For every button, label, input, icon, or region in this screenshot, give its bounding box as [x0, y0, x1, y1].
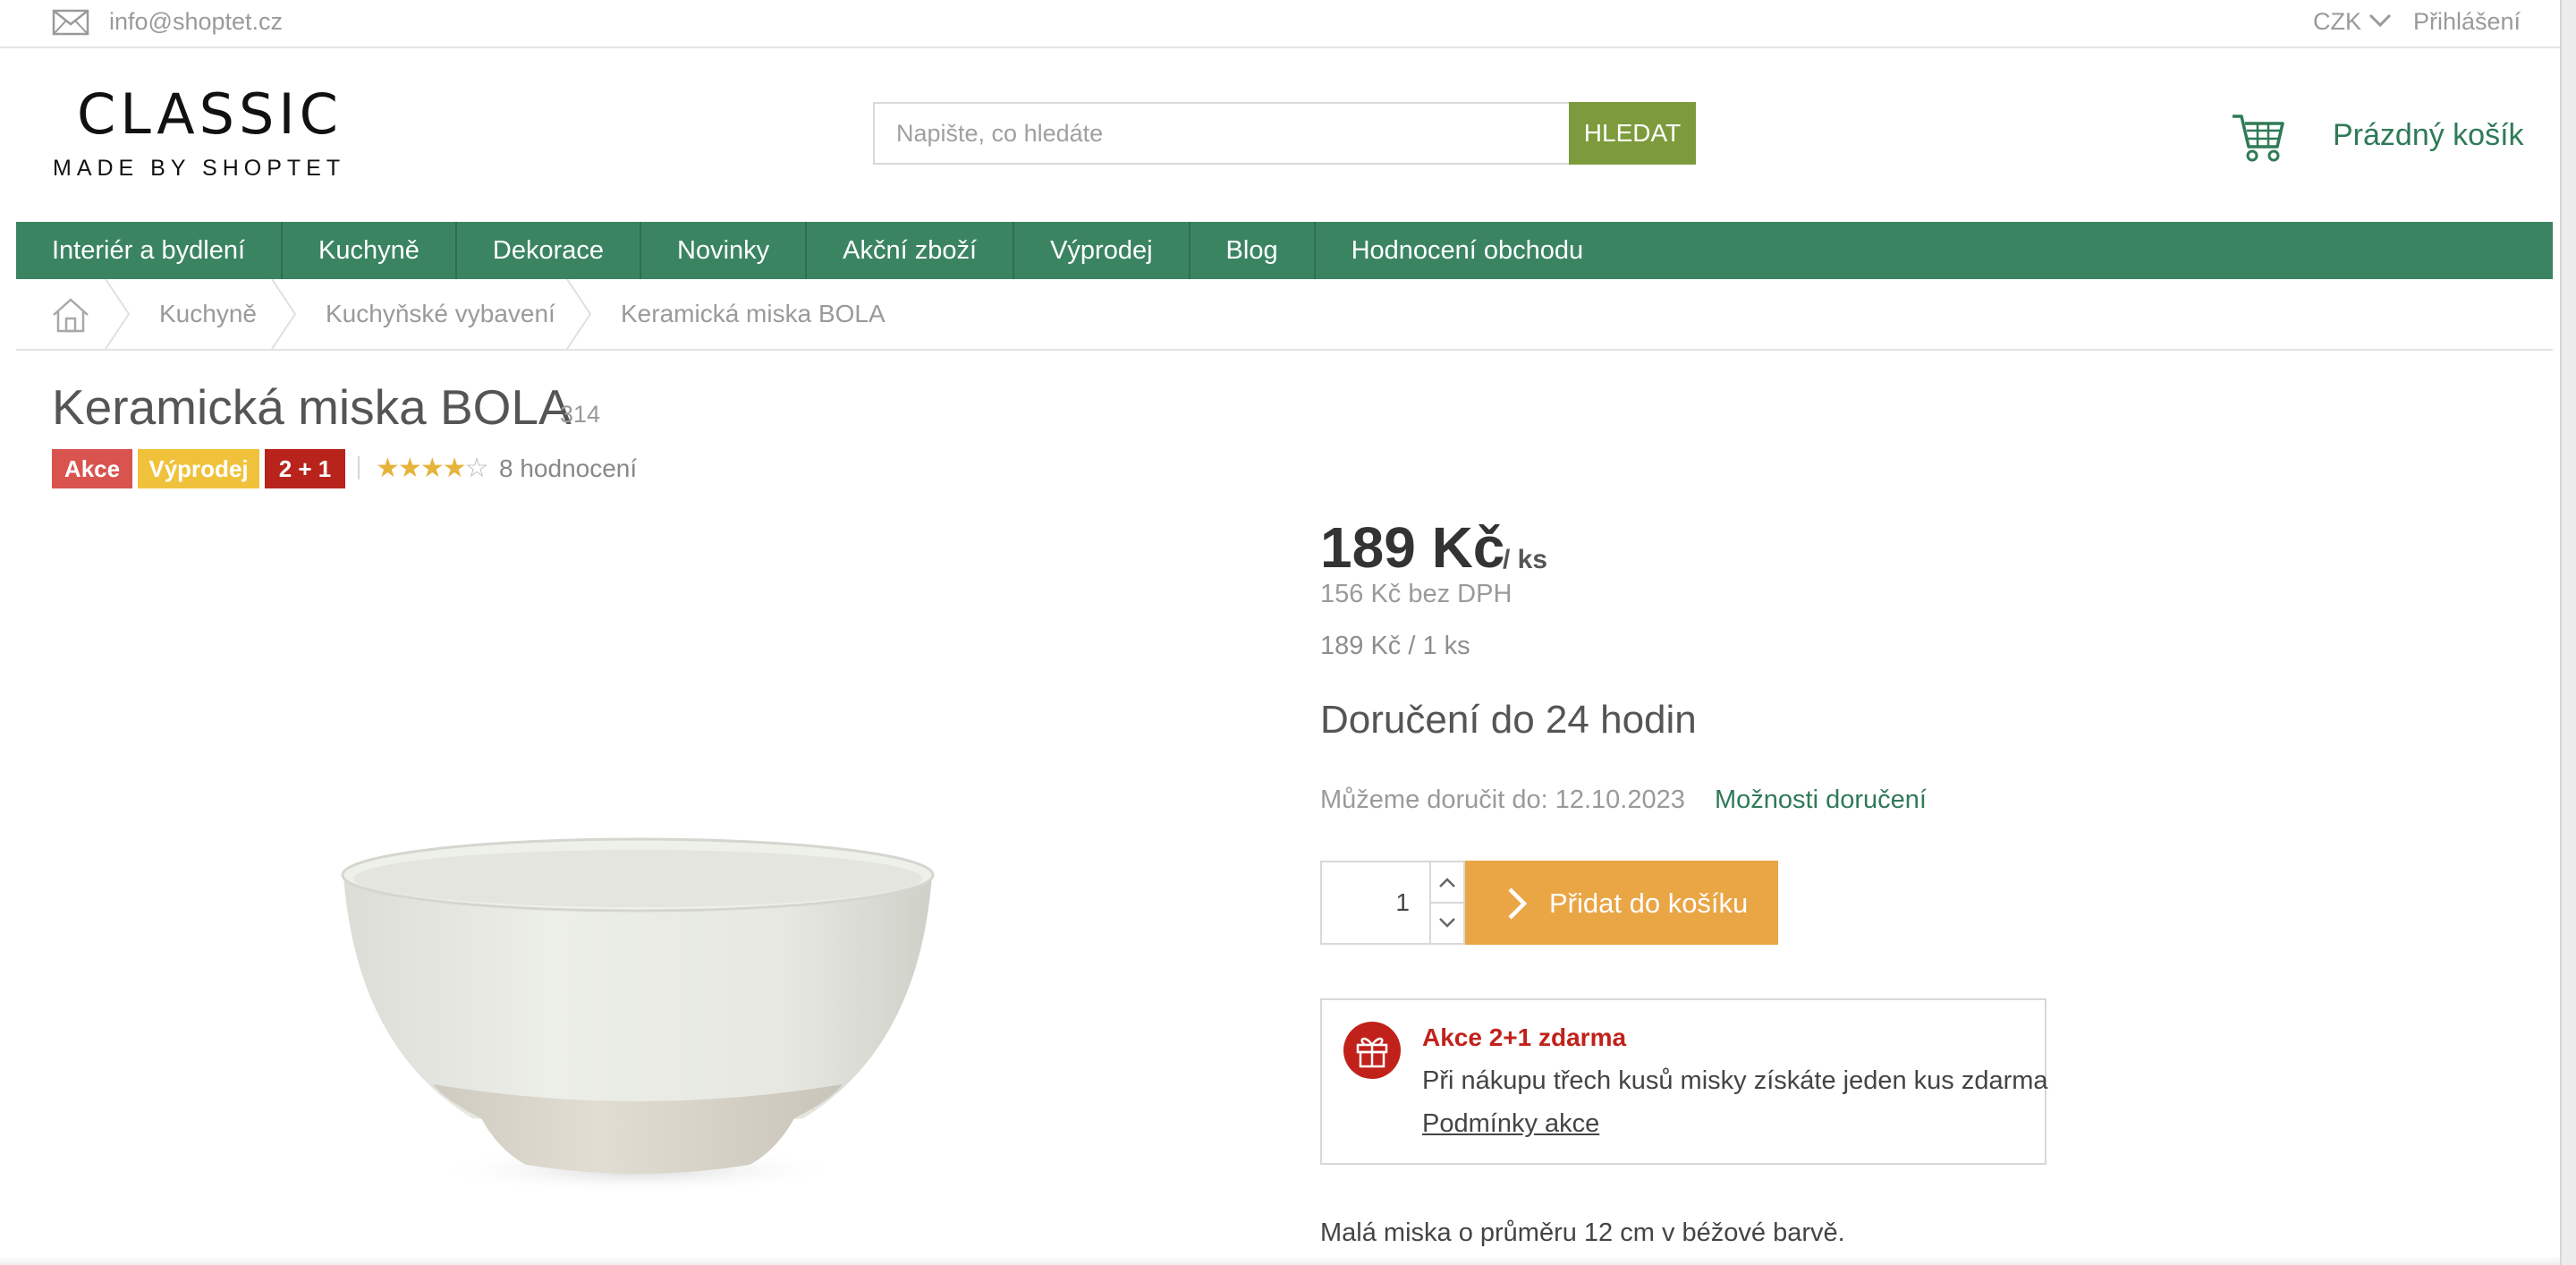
product-code: 314 — [560, 401, 601, 428]
divider — [358, 456, 360, 480]
price-without-vat: 156 Kč bez DPH — [1320, 580, 1513, 608]
breadcrumb-separator — [271, 279, 297, 349]
top-bar — [0, 0, 2576, 48]
breadcrumb-item-kitchen-equipment[interactable]: Kuchyňské vybavení — [326, 297, 555, 331]
currency-select[interactable]: CZK — [2313, 5, 2361, 38]
star-filled-icon: ★ — [442, 454, 467, 483]
promo-text: Při nákupu třech kusů misky získáte jede… — [1422, 1066, 2048, 1095]
star-filled-icon: ★ — [376, 454, 400, 483]
promo-conditions-link[interactable]: Podmínky akce — [1422, 1108, 1599, 1140]
breadcrumb-separator — [566, 279, 592, 349]
chevron-up-icon[interactable] — [1431, 862, 1463, 902]
logo-subtitle[interactable]: MADE BY SHOPTET — [53, 154, 345, 183]
scrollbar[interactable] — [2560, 0, 2576, 1265]
nav-item-blog[interactable]: Blog — [1191, 222, 1316, 279]
star-filled-icon: ★ — [419, 454, 445, 483]
chevron-right-icon[interactable] — [1504, 886, 1530, 921]
delivery-date: Můžeme doručit do: 12.10.2023 — [1320, 785, 1685, 814]
contact-email-link[interactable]: info@shoptet.cz — [109, 5, 283, 38]
login-link[interactable]: Přihlášení — [2413, 5, 2521, 38]
envelope-icon — [52, 9, 89, 36]
breadcrumb-current: Keramická miska BOLA — [621, 300, 886, 327]
star-filled-icon: ★ — [397, 454, 422, 483]
cart-icon[interactable] — [2231, 107, 2286, 165]
chevron-down-icon[interactable] — [1431, 904, 1463, 943]
cart-link[interactable]: Prázdný košík — [2333, 116, 2524, 154]
nav-item-sale-items[interactable]: Akční zboží — [807, 222, 1015, 279]
main-navigation: Interiér a bydlení Kuchyně Dekorace Novi… — [16, 222, 2553, 279]
gift-icon — [1343, 1022, 1401, 1079]
nav-item-kitchen[interactable]: Kuchyně — [283, 222, 457, 279]
flag-clearance: Výprodej — [138, 449, 259, 488]
breadcrumb-item-kitchen[interactable]: Kuchyně — [159, 297, 257, 331]
home-icon[interactable] — [52, 297, 89, 333]
flag-sale: Akce — [52, 449, 132, 488]
breadcrumb-separator — [105, 279, 131, 349]
product-title: Keramická miska BOLA — [52, 379, 572, 435]
product-image[interactable] — [329, 832, 955, 1208]
nav-item-clearance[interactable]: Výprodej — [1014, 222, 1191, 279]
price-unit: / ks — [1503, 545, 1548, 574]
rating-count-link[interactable]: 8 hodnocení — [499, 453, 637, 485]
rating-stars[interactable]: ★★★★☆ — [376, 453, 489, 485]
product-short-description: Malá miska o průměru 12 cm v béžové barv… — [1320, 1218, 1845, 1247]
search-input[interactable] — [873, 102, 1569, 165]
star-empty-icon: ☆ — [464, 454, 489, 483]
search-button[interactable]: HLEDAT — [1569, 102, 1696, 165]
logo-title[interactable]: CLASSIC — [77, 82, 343, 147]
add-to-cart-label[interactable]: Přidat do košíku — [1549, 886, 1748, 921]
nav-item-decoration[interactable]: Dekorace — [457, 222, 641, 279]
promo-title: Akce 2+1 zdarma — [1422, 1023, 1627, 1051]
flag-2-plus-1: 2 + 1 — [265, 449, 345, 488]
nav-item-store-reviews[interactable]: Hodnocení obchodu — [1316, 222, 1620, 279]
page-bottom-edge — [0, 1256, 2560, 1265]
chevron-down-icon[interactable] — [2368, 13, 2392, 29]
price-per-unit: 189 Kč / 1 ks — [1320, 632, 1470, 660]
delivery-availability: Doručení do 24 hodin — [1320, 698, 1697, 742]
nav-item-interior[interactable]: Interiér a bydlení — [16, 222, 284, 279]
delivery-options-link[interactable]: Možnosti doručení — [1715, 784, 1927, 816]
quantity-input[interactable] — [1320, 861, 1431, 945]
nav-item-news[interactable]: Novinky — [641, 222, 808, 279]
product-price: 189 Kč — [1320, 515, 1505, 580]
